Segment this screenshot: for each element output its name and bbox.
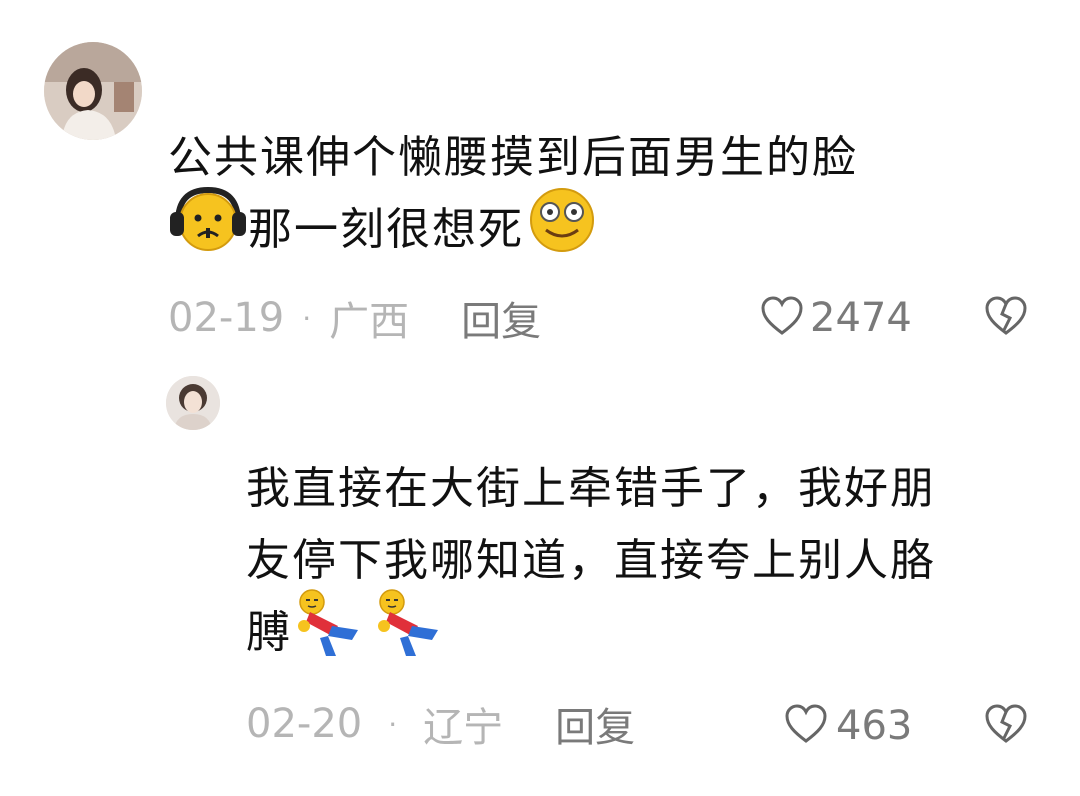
like-button[interactable]: 2474	[760, 294, 912, 342]
comment-line-with-emoji: 膊	[246, 589, 1046, 669]
comment-location: 广西	[329, 299, 410, 345]
comment-date: 02-19	[168, 295, 285, 341]
comment-location: 辽宁	[423, 705, 504, 751]
like-button[interactable]: 463	[784, 702, 912, 750]
comment-line-with-emoji: 那一刻很想死	[168, 186, 1048, 266]
comment-line: 我直接在大街上牵错手了，我好朋	[246, 463, 936, 514]
like-count: 2474	[810, 295, 912, 341]
dislike-button[interactable]	[984, 704, 1028, 748]
comment-meta: 02-19 · 广西 回复	[168, 289, 541, 347]
reply-button[interactable]: 回复	[461, 289, 541, 347]
heart-outline-icon	[784, 704, 828, 748]
dizzy-eyes-emoji-icon	[526, 184, 598, 276]
heart-outline-icon	[760, 296, 804, 340]
headphones-sad-emoji-icon	[168, 184, 248, 276]
avatar[interactable]	[166, 376, 220, 430]
avatar[interactable]	[44, 42, 142, 140]
reply-button[interactable]: 回复	[555, 695, 635, 753]
comment-text: 公共课伸个懒腰摸到后面男生的脸 那一刻很想死	[168, 122, 1048, 266]
dislike-button[interactable]	[984, 296, 1028, 340]
comment-line: 那一刻很想死	[248, 204, 524, 255]
comment-line: 膊	[246, 607, 292, 658]
broken-heart-icon	[984, 704, 1028, 748]
broken-heart-icon	[984, 296, 1028, 340]
meta-separator: ·	[302, 301, 312, 335]
comment-date: 02-20	[246, 701, 363, 747]
comment-text: 我直接在大街上牵错手了，我好朋 友停下我哪知道，直接夸上别人胳 膊	[246, 453, 1046, 669]
running-doll-emoji-icon	[372, 586, 452, 680]
like-count: 463	[836, 703, 913, 749]
comment-line: 公共课伸个懒腰摸到后面男生的脸	[168, 132, 858, 183]
meta-separator: ·	[388, 707, 398, 741]
running-doll-emoji-icon	[292, 586, 372, 680]
comment-meta: 02-20 · 辽宁 回复	[246, 695, 635, 753]
